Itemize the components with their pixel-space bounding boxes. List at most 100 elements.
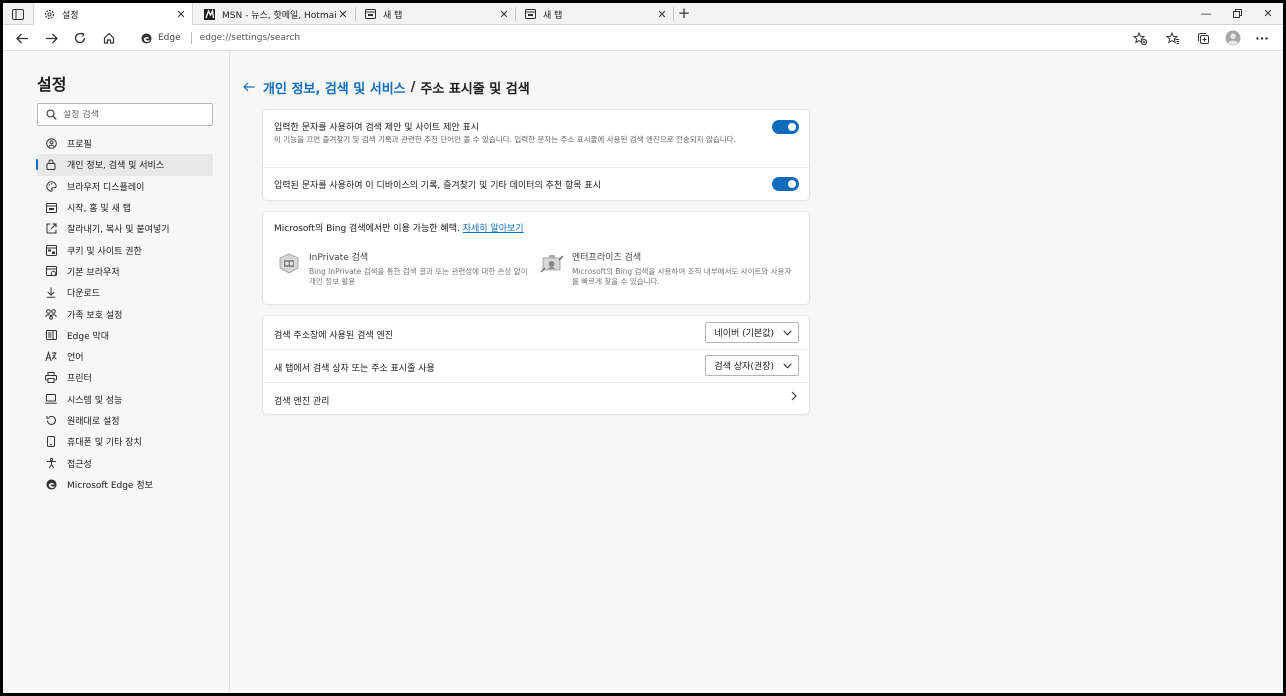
close-tab-button[interactable]: ✕ [655, 8, 669, 21]
avatar-icon [1225, 30, 1241, 46]
back-arrow-button[interactable] [243, 80, 255, 96]
sidebar-item-label: 다운로드 [67, 289, 101, 300]
chevron-down-icon [783, 362, 792, 369]
msn-icon [202, 7, 216, 21]
home-icon [103, 32, 115, 44]
sidebar-item-family[interactable]: 가족 보호 설정 [37, 303, 213, 324]
close-tab-button[interactable]: ✕ [174, 8, 188, 21]
collections-button[interactable] [1192, 28, 1214, 48]
phone-icon [45, 436, 57, 448]
sidebar-item-system[interactable]: 시스템 및 성능 [37, 389, 213, 410]
arrow-left-icon [243, 82, 255, 91]
printer-icon [45, 372, 57, 384]
settings-sidebar: 설정 프로필 개인 정보, 검색 및 서비스 브라우저 디스플레이 시작, 홈 … [3, 51, 230, 693]
tab-strip: 설정 ✕ MSN - 뉴스, 핫메일, Hotmail, Sk ✕ 새 탭 ✕ … [3, 3, 1283, 25]
inprivate-description: Bing InPrivate 검색을 통한 검색 결과 또는 관련성에 대한 손… [309, 267, 528, 286]
bing-benefits-card: Microsoft의 Bing 검색에서만 이용 가능한 혜택. 자세히 알아보… [263, 212, 809, 304]
enterprise-title: 엔터프라이즈 검색 [572, 253, 642, 263]
sidebar-item-printers[interactable]: 프린터 [37, 367, 213, 388]
sidebar-item-reset[interactable]: 원래대로 설정 [37, 410, 213, 431]
tab-settings[interactable]: 설정 ✕ [33, 3, 193, 25]
search-suggestions-row: 입력한 문자를 사용하여 검색 제안 및 사이트 제안 표시 이 기능을 끄면 … [263, 110, 809, 167]
enterprise-description: Microsoft의 Bing 검색을 사용하여 조직 내부에서도 사이트와 사… [572, 267, 792, 286]
sidebar-item-profiles[interactable]: 프로필 [37, 133, 213, 154]
sidebar-item-cookies[interactable]: 쿠키 및 사이트 권한 [37, 239, 213, 260]
site-chip-label: Edge [158, 33, 181, 43]
sidebar-item-label: 잘라내기, 복사 및 붙여넣기 [67, 225, 170, 236]
close-tab-button[interactable]: ✕ [336, 8, 350, 21]
sidebar-item-start-home[interactable]: 시작, 홈 및 새 탭 [37, 197, 213, 218]
address-bar[interactable]: Edge edge://settings/search [133, 28, 1163, 48]
new-tab-search-dropdown[interactable]: 검색 상자(권장) [705, 355, 799, 376]
tab-title: 새 탭 [543, 10, 563, 21]
search-suggestions-toggle[interactable] [772, 120, 799, 134]
chevron-down-icon [783, 329, 792, 336]
settings-search-input[interactable] [63, 109, 203, 120]
star-add-icon [1133, 31, 1147, 45]
enterprise-search-feature: 엔터프라이즈 검색 Microsoft의 Bing 검색을 사용하여 조직 내부… [540, 250, 794, 287]
edge-bar-icon [45, 329, 57, 341]
learn-more-link[interactable]: 자세히 알아보기 [463, 224, 524, 234]
sidebar-item-label: 쿠키 및 사이트 권한 [67, 246, 142, 257]
new-tab-page-icon [363, 7, 377, 21]
arrow-right-icon [45, 33, 58, 43]
close-tab-button[interactable]: ✕ [497, 8, 511, 21]
sidebar-item-label: 브라우저 디스플레이 [67, 182, 145, 193]
sidebar-item-label: 휴대폰 및 기타 장치 [67, 438, 142, 449]
sidebar-item-label: Edge 막대 [67, 331, 110, 342]
sidebar-item-about[interactable]: Microsoft Edge 정보 [37, 474, 213, 495]
sidebar-item-edge-bar[interactable]: Edge 막대 [37, 325, 213, 346]
sidebar-item-accessibility[interactable]: 접근성 [37, 452, 213, 473]
favorites-icon [1166, 31, 1179, 44]
chip-divider [190, 32, 192, 44]
tab-msn[interactable]: MSN - 뉴스, 핫메일, Hotmail, Sk ✕ [194, 3, 354, 25]
tab-new-2[interactable]: 새 탭 ✕ [515, 3, 673, 25]
tab-divider [673, 7, 674, 21]
sidebar-item-label: 언어 [67, 353, 84, 364]
sidebar-item-appearance[interactable]: 브라우저 디스플레이 [37, 176, 213, 197]
search-engine-dropdown[interactable]: 네이버 (기본값) [705, 322, 799, 343]
favorites-button[interactable] [1162, 28, 1184, 48]
sidebar-item-default-browser[interactable]: 기본 브라우저 [37, 261, 213, 282]
browser-icon [45, 265, 57, 277]
reset-icon [45, 415, 57, 427]
more-horizontal-icon [1256, 36, 1268, 40]
browser-window: 설정 ✕ MSN - 뉴스, 핫메일, Hotmail, Sk ✕ 새 탭 ✕ … [3, 3, 1283, 693]
search-engine-value: 네이버 (기본값) [714, 329, 774, 339]
tab-new-1[interactable]: 새 탭 ✕ [355, 3, 515, 25]
history-suggestions-row: 입력된 문자를 사용하여 이 디바이스의 기록, 즐겨찾기 및 기타 데이터의 … [263, 167, 809, 199]
tab-actions-icon [12, 8, 24, 20]
inprivate-search-icon [277, 252, 301, 276]
tab-actions-button[interactable] [7, 5, 29, 23]
collections-icon [1197, 32, 1209, 44]
back-button[interactable] [11, 28, 33, 48]
sidebar-item-phone[interactable]: 휴대폰 및 기타 장치 [37, 431, 213, 452]
profile-button[interactable] [1222, 28, 1244, 48]
restore-icon [1232, 9, 1242, 18]
sidebar-item-share-copy-paste[interactable]: 잘라내기, 복사 및 붙여넣기 [37, 218, 213, 239]
breadcrumb-parent-link[interactable]: 개인 정보, 검색 및 서비스 [263, 78, 406, 97]
home-button[interactable] [98, 28, 120, 48]
forward-button[interactable] [40, 28, 62, 48]
restore-button[interactable] [1222, 3, 1252, 25]
add-favorite-button[interactable] [1129, 28, 1151, 48]
search-suggestions-description: 이 기능을 끄면 즐겨찾기 및 검색 기록과 관련한 추천 단어만 볼 수 있습… [274, 135, 736, 144]
refresh-button[interactable] [69, 28, 91, 48]
settings-more-button[interactable] [1251, 28, 1273, 48]
sidebar-item-privacy[interactable]: 개인 정보, 검색 및 서비스 [36, 154, 213, 176]
new-tab-button[interactable]: + [675, 5, 693, 23]
site-info-chip[interactable]: Edge [133, 32, 181, 44]
history-suggestions-toggle[interactable] [772, 177, 799, 191]
sidebar-item-downloads[interactable]: 다운로드 [37, 282, 213, 303]
breadcrumb: 개인 정보, 검색 및 서비스 / 주소 표시줄 및 검색 [243, 78, 530, 97]
close-window-button[interactable]: ✕ [1253, 3, 1283, 25]
sidebar-item-label: 프로필 [67, 140, 92, 151]
settings-search-box[interactable] [37, 103, 213, 126]
manage-search-engines-row[interactable]: 검색 엔진 관리 [263, 382, 809, 414]
address-bar-engine-row: 검색 주소창에 사용된 검색 엔진 네이버 (기본값) [263, 316, 809, 349]
sidebar-item-languages[interactable]: 언어 [37, 346, 213, 367]
inprivate-title: InPrivate 검색 [309, 253, 369, 263]
search-suggestions-label: 입력한 문자를 사용하여 검색 제안 및 사이트 제안 표시 [274, 123, 480, 133]
minimize-button[interactable]: — [1191, 3, 1221, 25]
url-text: edge://settings/search [199, 33, 301, 43]
